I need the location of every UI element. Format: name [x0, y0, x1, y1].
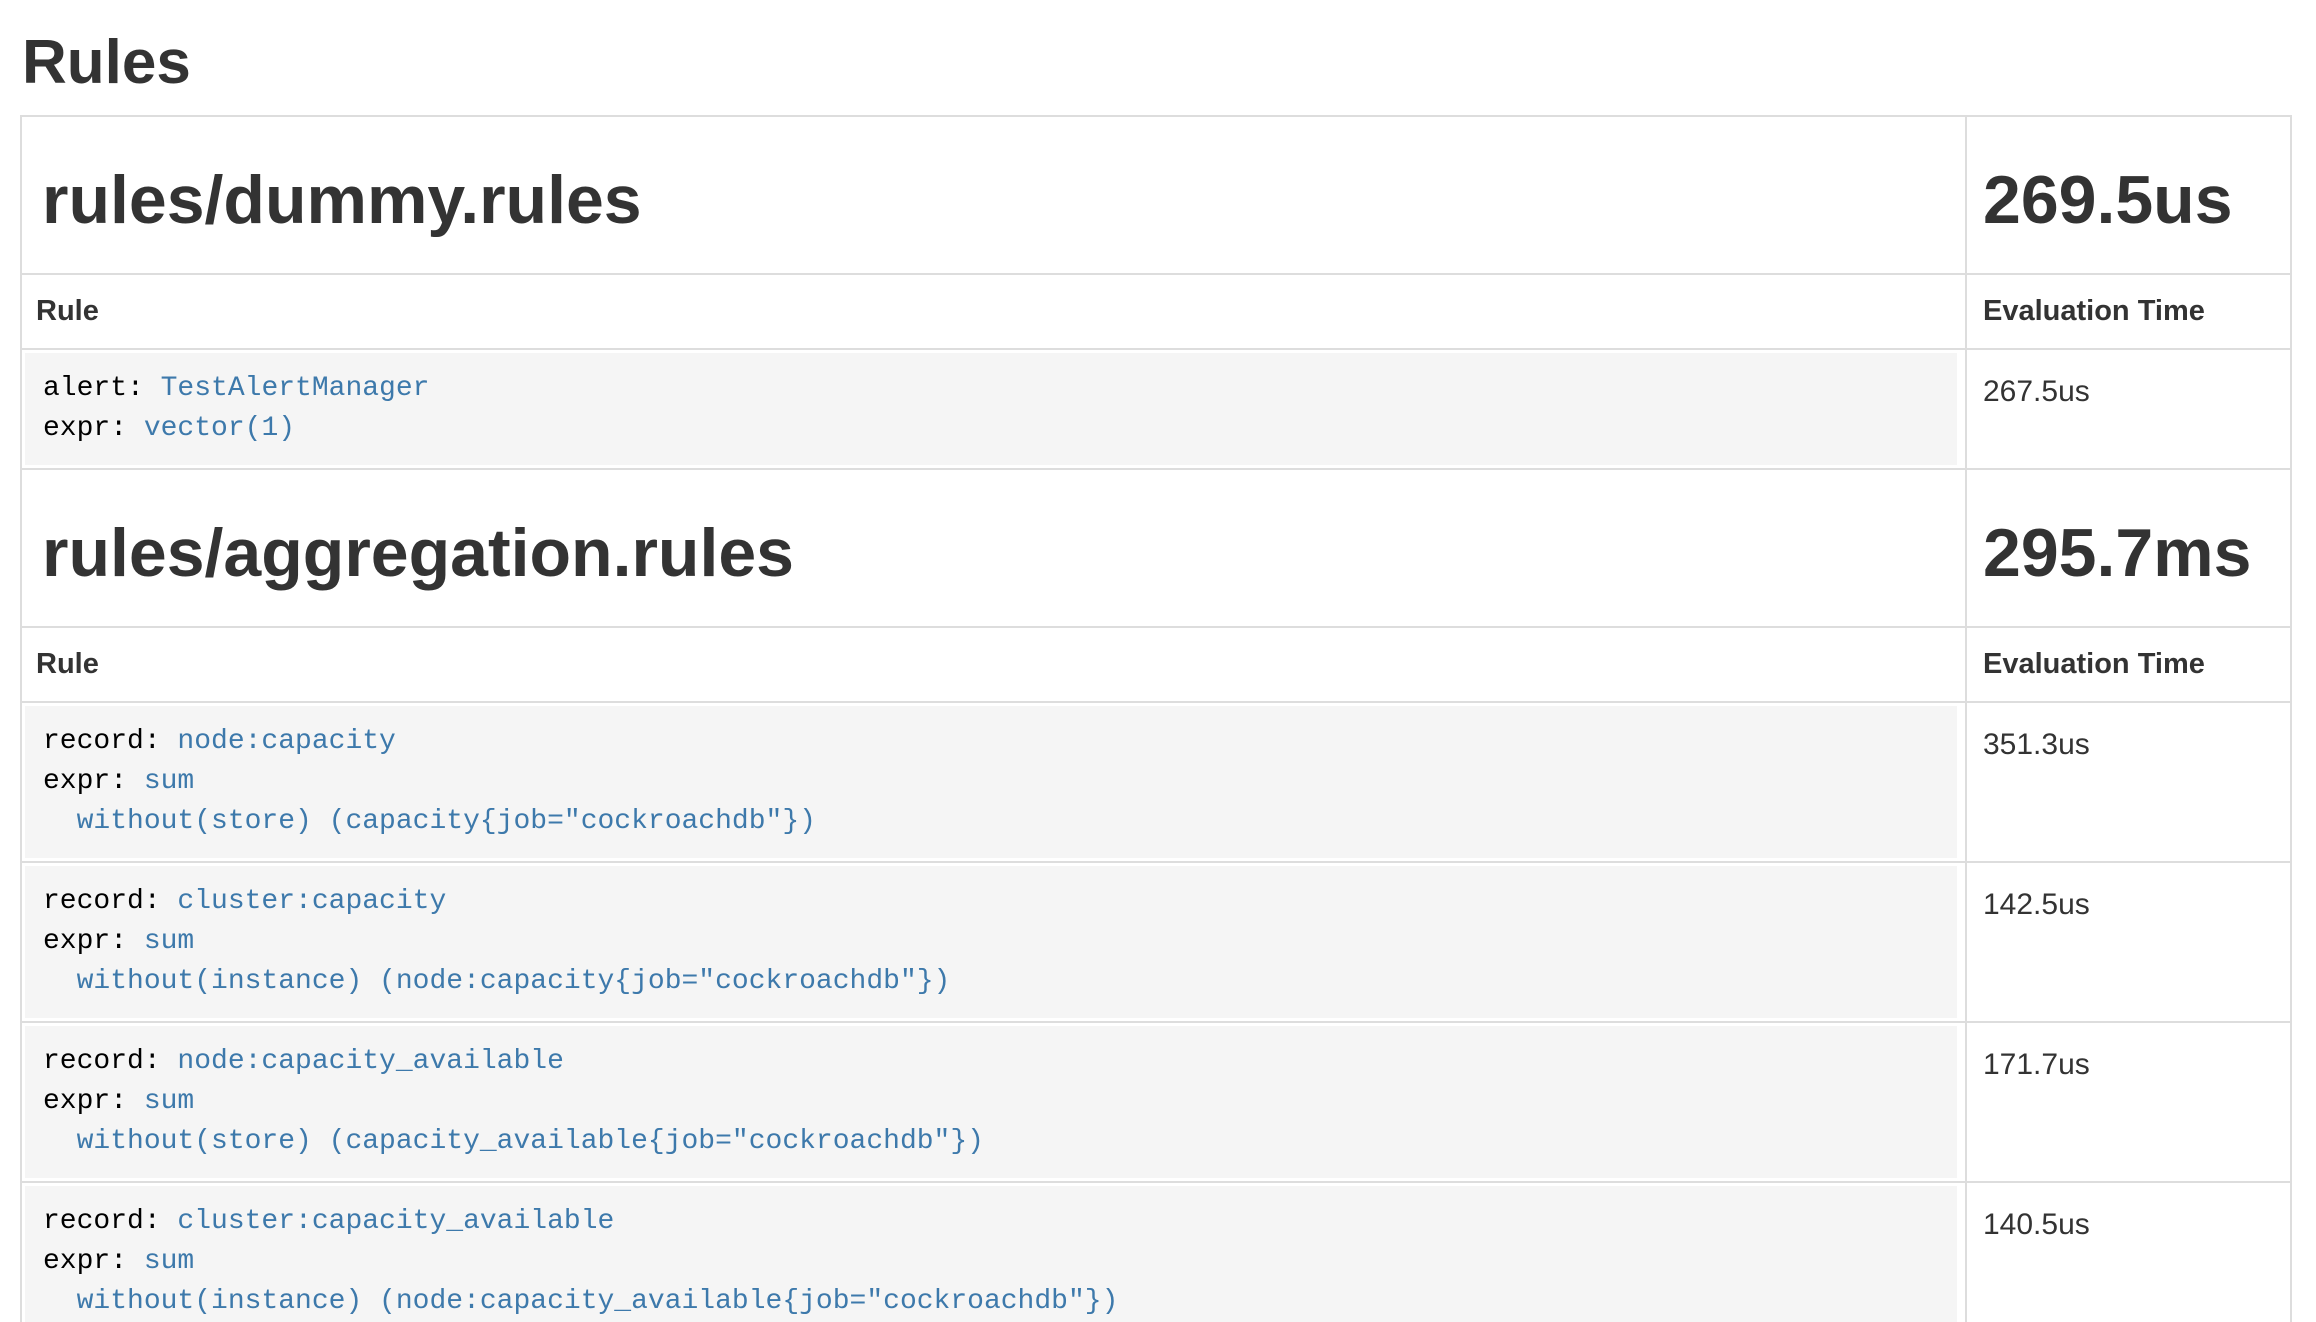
group-evaluation-total: 269.5us [1983, 155, 2290, 235]
rule-cell: record: node:capacity_available expr: su… [21, 1022, 1966, 1182]
rule-expr-link[interactable]: sum without(store) (capacity_available{j… [43, 1086, 984, 1157]
rule-definition: record: node:capacity expr: sum without(… [25, 706, 1957, 858]
rule-column-header: Rule [21, 274, 1966, 349]
group-file-name: rules/aggregation.rules [42, 508, 1965, 588]
rule-keyword: record: [43, 1206, 177, 1237]
rule-name-link[interactable]: node:capacity [177, 726, 395, 757]
rules-table: rules/dummy.rules 269.5us Rule Evaluatio… [20, 115, 2292, 1322]
expr-keyword: expr: [43, 1086, 144, 1117]
rule-evaluation-time: 267.5us [1966, 349, 2291, 469]
group-file-cell: rules/dummy.rules [21, 116, 1966, 274]
rule-name-link[interactable]: TestAlertManager [161, 373, 430, 404]
group-header-row: rules/dummy.rules 269.5us [21, 116, 2291, 274]
rule-definition: alert: TestAlertManager expr: vector(1) [25, 353, 1957, 465]
rule-cell: record: node:capacity expr: sum without(… [21, 702, 1966, 862]
rule-keyword: alert: [43, 373, 161, 404]
rule-cell: alert: TestAlertManager expr: vector(1) [21, 349, 1966, 469]
group-file-cell: rules/aggregation.rules [21, 469, 1966, 627]
rule-expr-link[interactable]: vector(1) [144, 413, 295, 444]
rule-name-link[interactable]: cluster:capacity_available [177, 1206, 614, 1237]
rule-row: record: node:capacity_available expr: su… [21, 1022, 2291, 1182]
evaluation-time-column-header: Evaluation Time [1966, 627, 2291, 702]
column-header-row: Rule Evaluation Time [21, 274, 2291, 349]
rule-evaluation-time: 140.5us [1966, 1182, 2291, 1322]
rule-name-link[interactable]: node:capacity_available [177, 1046, 563, 1077]
rule-row: record: cluster:capacity_available expr:… [21, 1182, 2291, 1322]
group-header-row: rules/aggregation.rules 295.7ms [21, 469, 2291, 627]
page-title: Rules [20, 0, 2290, 95]
rule-cell: record: cluster:capacity_available expr:… [21, 1182, 1966, 1322]
rule-expr-link[interactable]: sum without(store) (capacity{job="cockro… [43, 766, 816, 837]
rule-row: record: node:capacity expr: sum without(… [21, 702, 2291, 862]
group-total-time-cell: 295.7ms [1966, 469, 2291, 627]
expr-keyword: expr: [43, 1246, 144, 1277]
rule-row: alert: TestAlertManager expr: vector(1) … [21, 349, 2291, 469]
rule-definition: record: node:capacity_available expr: su… [25, 1026, 1957, 1178]
rule-cell: record: cluster:capacity expr: sum witho… [21, 862, 1966, 1022]
expr-keyword: expr: [43, 413, 144, 444]
evaluation-time-column-header: Evaluation Time [1966, 274, 2291, 349]
rule-definition: record: cluster:capacity_available expr:… [25, 1186, 1957, 1322]
rules-page: Rules rules/dummy.rules 269.5us Rule Eva… [0, 0, 2316, 1322]
rule-evaluation-time: 351.3us [1966, 702, 2291, 862]
group-evaluation-total: 295.7ms [1983, 508, 2290, 588]
expr-keyword: expr: [43, 766, 144, 797]
rule-expr-link[interactable]: sum without(instance) (node:capacity{job… [43, 926, 950, 997]
expr-keyword: expr: [43, 926, 144, 957]
rule-row: record: cluster:capacity expr: sum witho… [21, 862, 2291, 1022]
rule-keyword: record: [43, 726, 177, 757]
group-file-name: rules/dummy.rules [42, 155, 1965, 235]
rule-keyword: record: [43, 1046, 177, 1077]
rule-keyword: record: [43, 886, 177, 917]
rule-expr-link[interactable]: sum without(instance) (node:capacity_ava… [43, 1246, 1118, 1317]
rule-definition: record: cluster:capacity expr: sum witho… [25, 866, 1957, 1018]
rule-name-link[interactable]: cluster:capacity [177, 886, 446, 917]
rule-column-header: Rule [21, 627, 1966, 702]
group-total-time-cell: 269.5us [1966, 116, 2291, 274]
column-header-row: Rule Evaluation Time [21, 627, 2291, 702]
rule-evaluation-time: 171.7us [1966, 1022, 2291, 1182]
rule-evaluation-time: 142.5us [1966, 862, 2291, 1022]
